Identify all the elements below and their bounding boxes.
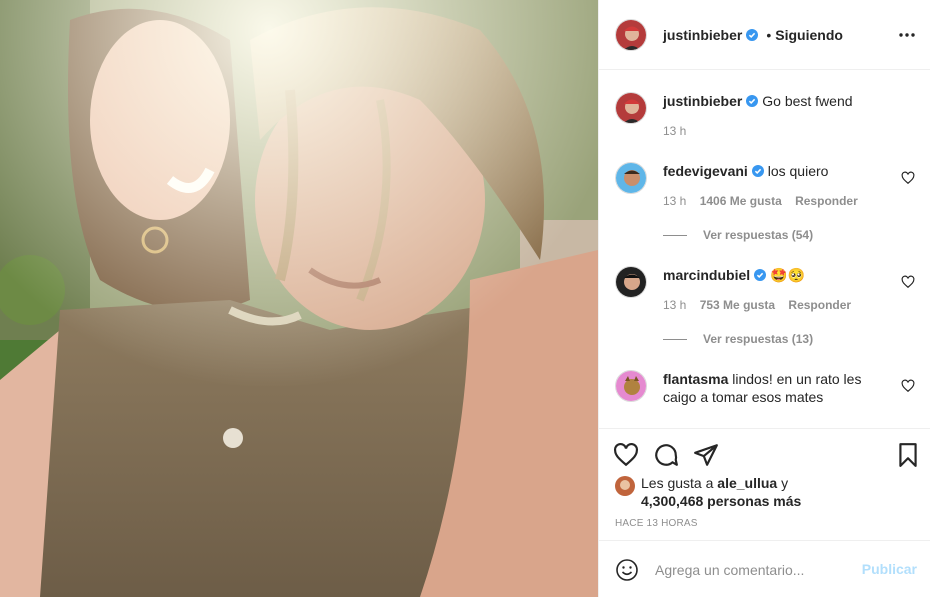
comment-text: los quiero	[767, 163, 829, 179]
comment-time[interactable]: 13 h	[663, 298, 686, 312]
comment-like-heart-icon[interactable]	[901, 379, 915, 393]
commenter-avatar[interactable]	[615, 266, 647, 298]
comment-icon[interactable]	[653, 442, 679, 468]
liker-username[interactable]: ale_ullua	[717, 475, 777, 491]
view-replies[interactable]: Ver respuestas (13)	[663, 332, 813, 346]
reply-button[interactable]: Responder	[788, 298, 851, 312]
likes-text: Les gusta a ale_ullua y 4,300,468 person…	[641, 474, 930, 510]
comment-input[interactable]	[655, 559, 855, 581]
verified-badge-icon	[754, 269, 767, 281]
comment-likes[interactable]: 1406 Me gusta	[700, 194, 782, 208]
commenter-avatar[interactable]	[615, 162, 647, 194]
caption-text: Go best fwend	[762, 93, 853, 109]
post-header: justinbieber • Siguiendo	[599, 0, 930, 70]
comment-username[interactable]: fedevigevani	[663, 163, 748, 179]
likes-count[interactable]: 4,300,468 personas más	[641, 493, 801, 509]
comment-body: fedevigevani los quiero	[663, 162, 891, 180]
replies-line	[663, 339, 687, 341]
couple-selfie-image	[0, 0, 598, 597]
comment-username[interactable]: marcindubiel	[663, 267, 750, 283]
comment-text: 🤩🥺	[770, 267, 805, 283]
liker-avatar[interactable]	[615, 476, 635, 496]
comment-meta: 13 h 753 Me gusta Responder	[663, 298, 861, 312]
view-replies-label[interactable]: Ver respuestas (54)	[703, 228, 813, 242]
view-replies[interactable]: Ver respuestas (54)	[663, 228, 813, 242]
reply-button[interactable]: Responder	[795, 194, 858, 208]
heart-icon[interactable]	[613, 442, 639, 468]
comment-time[interactable]: 13 h	[663, 194, 686, 208]
comment-body: flantasma lindos! en un rato les caigo a…	[663, 370, 891, 406]
replies-line	[663, 235, 687, 237]
following-button[interactable]: Siguiendo	[775, 27, 843, 43]
add-comment-bar: Publicar	[599, 540, 930, 597]
caption-time[interactable]: 13 h	[663, 124, 686, 138]
likes-connector: y	[781, 475, 789, 491]
comment-likes[interactable]: 753 Me gusta	[700, 298, 775, 312]
post-photo[interactable]	[0, 0, 598, 597]
comments-list: justinbieber Go best fwend 13 h fedevige…	[599, 70, 930, 428]
comment-like-heart-icon[interactable]	[901, 171, 915, 185]
author-avatar[interactable]	[615, 18, 647, 51]
verified-badge-icon	[751, 165, 764, 177]
comment-like-heart-icon[interactable]	[901, 275, 915, 289]
more-options-icon[interactable]	[897, 25, 917, 45]
post-timestamp[interactable]: Hace 13 horas	[615, 518, 698, 529]
comment-body: marcindubiel 🤩🥺	[663, 266, 891, 284]
view-replies-label[interactable]: Ver respuestas (13)	[703, 332, 813, 346]
likes-prefix: Les gusta a	[641, 475, 714, 491]
separator-dot: •	[766, 26, 772, 43]
emoji-icon[interactable]	[615, 558, 639, 582]
comment-username[interactable]: flantasma	[663, 371, 728, 387]
verified-badge-icon	[746, 28, 759, 41]
author-username[interactable]: justinbieber	[663, 27, 742, 43]
caption-meta: 13 h	[663, 124, 696, 138]
caption-body: justinbieber Go best fwend	[663, 92, 891, 110]
caption-username[interactable]: justinbieber	[663, 93, 742, 109]
verified-badge-icon	[746, 95, 759, 107]
bookmark-icon[interactable]	[895, 442, 921, 468]
share-icon[interactable]	[693, 442, 719, 468]
post-actions: Les gusta a ale_ullua y 4,300,468 person…	[599, 428, 930, 540]
author-avatar[interactable]	[615, 92, 647, 124]
comment-meta: 13 h 1406 Me gusta Responder	[663, 194, 868, 208]
instagram-post: justinbieber • Siguiendo justinbieber Go…	[0, 0, 930, 597]
publish-button[interactable]: Publicar	[862, 561, 917, 577]
post-side-panel: justinbieber • Siguiendo justinbieber Go…	[598, 0, 930, 597]
commenter-avatar[interactable]	[615, 370, 647, 402]
